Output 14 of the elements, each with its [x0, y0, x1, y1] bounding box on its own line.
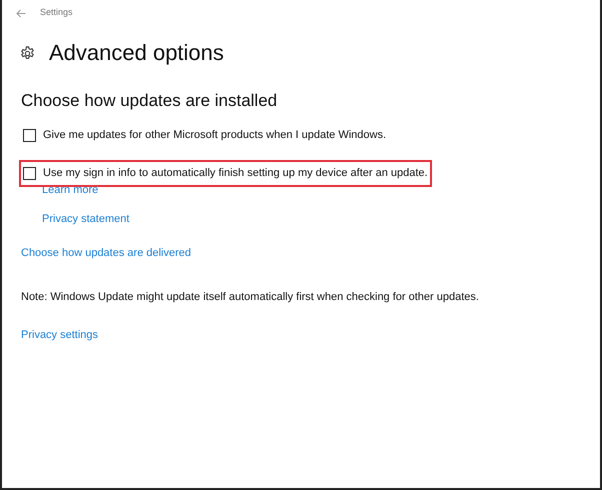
link[interactable]: Privacy statement — [42, 211, 130, 228]
gear-icon — [20, 46, 35, 61]
back-icon[interactable] — [16, 8, 26, 18]
checkbox[interactable] — [23, 167, 36, 180]
page-title: Advanced options — [49, 40, 224, 66]
checkbox-label: Give me updates for other Microsoft products when I update Windows. — [43, 128, 386, 143]
link[interactable]: Learn more — [42, 182, 98, 198]
checkbox-label: Use my sign in info to automatically finish setting up my device after an update. — [43, 166, 428, 182]
privacy-settings-link[interactable]: Privacy settings — [21, 326, 98, 344]
section-heading: Choose how updates are installed — [21, 91, 278, 112]
checkbox[interactable] — [23, 128, 36, 142]
window-title: Settings — [40, 6, 73, 20]
delivery-link[interactable]: Choose how updates are delivered — [21, 244, 192, 262]
note-text: Note: Windows Update might update itself automatically first when checking for other updates. — [21, 290, 480, 306]
